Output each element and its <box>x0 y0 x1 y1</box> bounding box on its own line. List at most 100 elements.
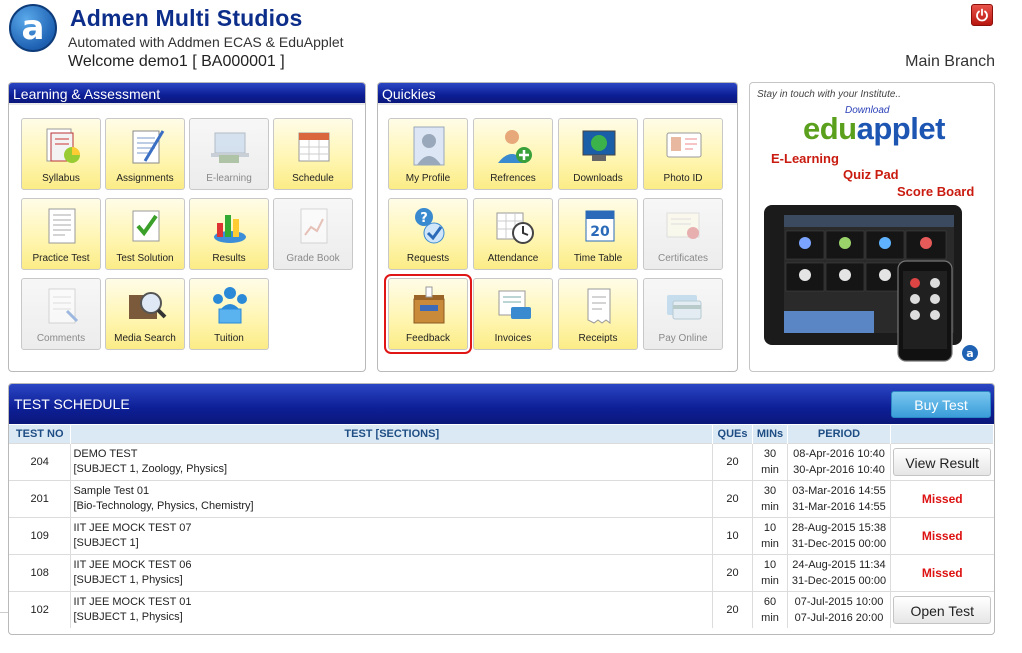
tile-label: Requests <box>406 253 450 264</box>
tile-label: Receipts <box>578 333 618 344</box>
test-name: DEMO TEST <box>73 447 138 460</box>
col-test-no: TEST NO <box>9 425 72 443</box>
cell-test-no: 204 <box>9 442 72 480</box>
cell-ques: 20 <box>712 442 754 480</box>
tile-label: Tuition <box>214 333 244 344</box>
eduapplet-ad-banner[interactable]: Stay in touch with your Institute.. Down… <box>749 82 995 372</box>
syllabus-icon <box>46 128 80 163</box>
attendance-icon <box>496 212 534 244</box>
comments-icon <box>48 288 79 324</box>
status-badge: Missed <box>921 528 963 543</box>
receipts-icon <box>587 288 611 324</box>
learning-tile-tuition[interactable]: Tuition <box>189 278 269 350</box>
quickies-tile-requests[interactable]: ? Requests <box>388 198 468 270</box>
app-logo-icon[interactable]: a <box>9 4 57 52</box>
cell-action: View Result <box>890 442 994 480</box>
open-test-button[interactable]: Open Test <box>893 595 992 624</box>
learning-tile-practice-test[interactable]: Practice Test <box>21 198 101 270</box>
cell-mins: 60 min <box>752 590 789 628</box>
practice-test-icon <box>48 208 76 244</box>
learning-tile-e-learning[interactable]: E-learning <box>189 118 269 190</box>
test-sections: [SUBJECT 1, Physics] <box>73 610 183 623</box>
table-row: 204 DEMO TEST [SUBJECT 1, Zoology, Physics… <box>9 442 994 480</box>
col-mins: MINs <box>752 425 789 443</box>
feedback-box-icon <box>413 286 445 324</box>
tile-label: Assignments <box>116 173 174 184</box>
learning-tile-media-search[interactable]: Media Search <box>105 278 185 350</box>
learning-tile-grade-book[interactable]: Grade Book <box>273 198 353 270</box>
header: a Admen Multi Studios Automated with Add… <box>0 0 1022 80</box>
cell-period: 28-Aug-2015 15:38 31-Dec-2015 00:00 <box>787 516 891 554</box>
quickies-tile-certificates[interactable]: Certificates <box>643 198 723 270</box>
cell-test-sections: DEMO TEST [SUBJECT 1, Zoology, Physics] <box>70 442 714 480</box>
svg-text:20: 20 <box>590 224 610 240</box>
tile-label: Photo ID <box>663 173 703 184</box>
cell-test-sections: Sample Test 01 [Bio-Technology, Physics, … <box>70 479 714 517</box>
quickies-tile-receipts[interactable]: Receipts <box>558 278 638 350</box>
cell-action: Missed <box>890 479 994 517</box>
quickies-tile-pay-online[interactable]: Pay Online <box>643 278 723 350</box>
table-row: 102 IIT JEE MOCK TEST 01 [SUBJECT 1, Physi… <box>9 590 994 628</box>
ad-feature-elearning: E-Learning <box>771 151 839 166</box>
table-header-row: TEST NO TEST [SECTIONS] QUEs MINs PERIOD <box>9 425 994 443</box>
quickies-panel: Quickies My Profile Refrences Downloads Pho… <box>377 82 738 372</box>
cell-ques: 20 <box>712 553 754 591</box>
test-schedule-table: TEST NO TEST [SECTIONS] QUEs MINs PERIOD… <box>9 425 994 628</box>
col-period: PERIOD <box>787 425 891 443</box>
brand-title: Admen Multi Studios <box>70 5 303 31</box>
ad-tagline: Stay in touch with your Institute.. <box>757 89 901 100</box>
elearning-icon <box>211 132 249 163</box>
quickies-tile-feedback[interactable]: Feedback <box>384 274 472 354</box>
buy-test-button[interactable]: Buy Test <box>891 391 991 418</box>
tile-label: Comments <box>36 333 86 344</box>
tile-label: Test Solution <box>116 253 174 264</box>
eduapplet-logo: eduapplet <box>803 111 945 146</box>
cell-test-sections: IIT JEE MOCK TEST 01 [SUBJECT 1, Physics] <box>70 590 714 628</box>
test-sections: [SUBJECT 1, Physics] <box>73 573 183 586</box>
quickies-tile-invoices[interactable]: Invoices <box>473 278 553 350</box>
test-name: Sample Test 01 <box>73 484 150 497</box>
learning-panel-title: Learning & Assessment <box>9 83 365 105</box>
invoices-icon <box>498 290 531 319</box>
cell-period: 24-Aug-2015 11:34 31-Dec-2015 00:00 <box>787 553 891 591</box>
learning-tile-comments[interactable]: Comments <box>21 278 101 350</box>
table-row: 108 IIT JEE MOCK TEST 06 [SUBJECT 1, Physi… <box>9 553 994 591</box>
learning-tile-schedule[interactable]: Schedule <box>273 118 353 190</box>
quickies-tile-my-profile[interactable]: My Profile <box>388 118 468 190</box>
learning-tile-results[interactable]: Results <box>189 198 269 270</box>
cell-period: 03-Mar-2016 14:55 31-Mar-2016 14:55 <box>787 479 891 517</box>
test-schedule-panel: TEST SCHEDULE Buy Test TEST NO TEST [SEC… <box>8 383 995 635</box>
quickies-tile-time-table[interactable]: 20 Time Table <box>558 198 638 270</box>
quickies-tile-photo-id[interactable]: Photo ID <box>643 118 723 190</box>
photo-id-icon <box>666 132 702 158</box>
cell-test-no: 102 <box>9 590 72 628</box>
view-result-button[interactable]: View Result <box>893 447 992 476</box>
col-test-sections: TEST [SECTIONS] <box>70 425 714 443</box>
learning-tile-assignments[interactable]: Assignments <box>105 118 185 190</box>
tile-label: Downloads <box>573 173 623 184</box>
cell-mins: 10 min <box>752 553 789 591</box>
svg-text:?: ? <box>420 211 428 226</box>
quickies-tile-downloads[interactable]: Downloads <box>558 118 638 190</box>
tile-label: Practice Test <box>32 253 90 264</box>
tile-label: Grade Book <box>286 253 340 264</box>
table-row: 201 Sample Test 01 [Bio-Technology, Physic… <box>9 479 994 517</box>
cell-test-no: 108 <box>9 553 72 591</box>
test-sections: [SUBJECT 1] <box>73 536 139 549</box>
results-chart-icon <box>214 215 246 243</box>
test-sections: [Bio-Technology, Physics, Chemistry] <box>73 499 254 512</box>
quickies-tile-refrences[interactable]: Refrences <box>473 118 553 190</box>
power-icon[interactable] <box>971 4 993 26</box>
test-sections: [SUBJECT 1, Zoology, Physics] <box>73 462 228 475</box>
learning-tile-syllabus[interactable]: Syllabus <box>21 118 101 190</box>
certificate-icon <box>666 212 700 239</box>
status-badge: Missed <box>921 491 963 506</box>
cell-test-sections: IIT JEE MOCK TEST 06 [SUBJECT 1, Physics] <box>70 553 714 591</box>
col-action <box>890 425 994 443</box>
tile-label: Schedule <box>292 173 334 184</box>
tile-label: Certificates <box>657 253 708 264</box>
tile-label: Refrences <box>490 173 536 184</box>
brand-subtitle: Automated with Addmen ECAS & EduApplet <box>68 34 344 50</box>
quickies-tile-attendance[interactable]: Attendance <box>473 198 553 270</box>
learning-tile-test-solution[interactable]: Test Solution <box>105 198 185 270</box>
